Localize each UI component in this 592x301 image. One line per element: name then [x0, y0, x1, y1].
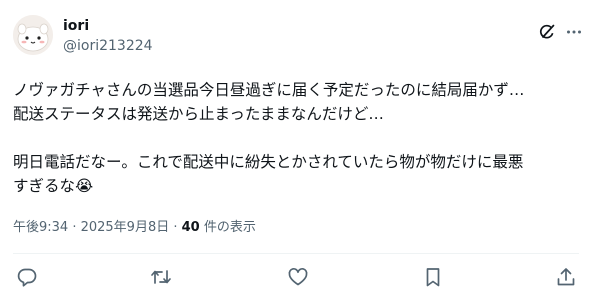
- tweet-meta: 午後9:34 · 2025年9月8日 · 40 件の表示: [13, 219, 256, 236]
- views-count[interactable]: 40: [182, 220, 200, 235]
- action-bar: [0, 266, 592, 290]
- views-label: 件の表示: [203, 220, 256, 235]
- avatar[interactable]: [13, 15, 53, 55]
- tweet-text-line: ノヴァガチャさんの当選品今日昼過ぎに届く予定だったのに結局届かず…: [13, 81, 525, 99]
- more-options-icon[interactable]: [565, 23, 583, 41]
- tweet-text: ノヴァガチャさんの当選品今日昼過ぎに届く予定だったのに結局届かず… 配送ステータ…: [13, 78, 579, 198]
- bookmark-icon[interactable]: [422, 266, 444, 288]
- divider: [13, 253, 579, 254]
- tweet-timestamp[interactable]: 午後9:34 · 2025年9月8日 ·: [13, 220, 177, 235]
- grok-icon[interactable]: [538, 23, 556, 41]
- author-handle[interactable]: @iori213224: [63, 38, 153, 55]
- like-icon[interactable]: [287, 266, 309, 288]
- reply-icon[interactable]: [16, 266, 38, 288]
- tweet-card: iori @iori213224 ノヴァガチャさんの当選品今日昼過ぎに届く予定だ…: [0, 0, 592, 301]
- share-icon[interactable]: [555, 266, 577, 288]
- tweet-text-line: 明日電話だなー。これで配送中に紛失とかされていたら物が物だけに最悪: [13, 153, 524, 171]
- author-display-name[interactable]: iori: [63, 18, 89, 35]
- mascot-avatar-icon: [13, 15, 53, 55]
- tweet-text-line: すぎるな😭: [13, 177, 94, 195]
- retweet-icon[interactable]: [150, 266, 172, 288]
- tweet-text-line: 配送ステータスは発送から止まったままなんだけど…: [13, 105, 384, 123]
